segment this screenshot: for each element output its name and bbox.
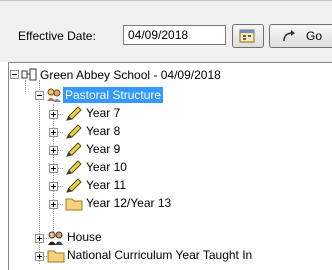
year-10-row[interactable]: Year 10 <box>9 159 309 177</box>
year-11-expand-toggle[interactable] <box>49 182 58 191</box>
year-7-expand-toggle[interactable] <box>49 110 58 119</box>
redo-arrow-icon <box>283 30 295 42</box>
root-collapse-toggle[interactable] <box>10 70 19 79</box>
house-expand-toggle[interactable] <box>35 234 44 243</box>
calendar-icon <box>239 29 255 43</box>
house-group-icon <box>48 231 63 245</box>
house-row[interactable]: House <box>9 229 309 247</box>
year-group-pencil-icon <box>66 106 82 121</box>
school-structure-icon <box>21 68 37 81</box>
go-button[interactable]: Go <box>269 24 332 48</box>
ncy-expand-toggle[interactable] <box>35 252 44 261</box>
pastoral-structure-node[interactable]: Pastoral Structure <box>63 87 164 103</box>
year-11-row[interactable]: Year 11 <box>9 177 309 195</box>
folder-icon <box>47 250 65 263</box>
year-12-13-row[interactable]: Year 12/Year 13 <box>9 195 309 213</box>
go-label: Go <box>306 29 323 43</box>
year-group-pencil-icon <box>66 178 82 193</box>
calendar-button[interactable] <box>232 24 264 48</box>
year-7-label: Year 7 <box>86 106 121 120</box>
group-icon <box>47 88 61 102</box>
effective-date-input[interactable]: 04/09/2018 <box>123 25 226 45</box>
year-12-13-expand-toggle[interactable] <box>49 200 58 209</box>
year-9-label: Year 9 <box>86 142 121 156</box>
year-8-label: Year 8 <box>86 124 121 138</box>
toolbar-border <box>0 0 332 1</box>
year-group-pencil-icon <box>66 124 82 139</box>
year-7-row[interactable]: Year 7 <box>9 105 309 123</box>
year-8-expand-toggle[interactable] <box>49 128 58 137</box>
year-10-expand-toggle[interactable] <box>49 164 58 173</box>
toolbar: Effective Date: 04/09/2018 Go <box>0 0 332 62</box>
year-group-pencil-icon <box>66 142 82 157</box>
effective-date-label: Effective Date: <box>18 29 96 43</box>
year-9-expand-toggle[interactable] <box>49 146 58 155</box>
ncy-row[interactable]: National Curriculum Year Taught In <box>9 247 309 265</box>
ncy-label: National Curriculum Year Taught In <box>67 248 253 262</box>
folder-icon <box>65 198 83 211</box>
root-node-label[interactable]: Green Abbey School - 04/09/2018 <box>40 67 221 83</box>
year-8-row[interactable]: Year 8 <box>9 123 309 141</box>
house-label: House <box>67 230 102 244</box>
pastoral-collapse-toggle[interactable] <box>35 91 44 100</box>
year-11-label: Year 11 <box>86 178 127 192</box>
year-12-13-label: Year 12/Year 13 <box>86 196 172 210</box>
year-10-label: Year 10 <box>86 160 127 174</box>
year-group-pencil-icon <box>66 160 82 175</box>
structure-tree: Green Abbey School - 04/09/2018 Pastoral… <box>8 62 332 270</box>
year-9-row[interactable]: Year 9 <box>9 141 309 159</box>
